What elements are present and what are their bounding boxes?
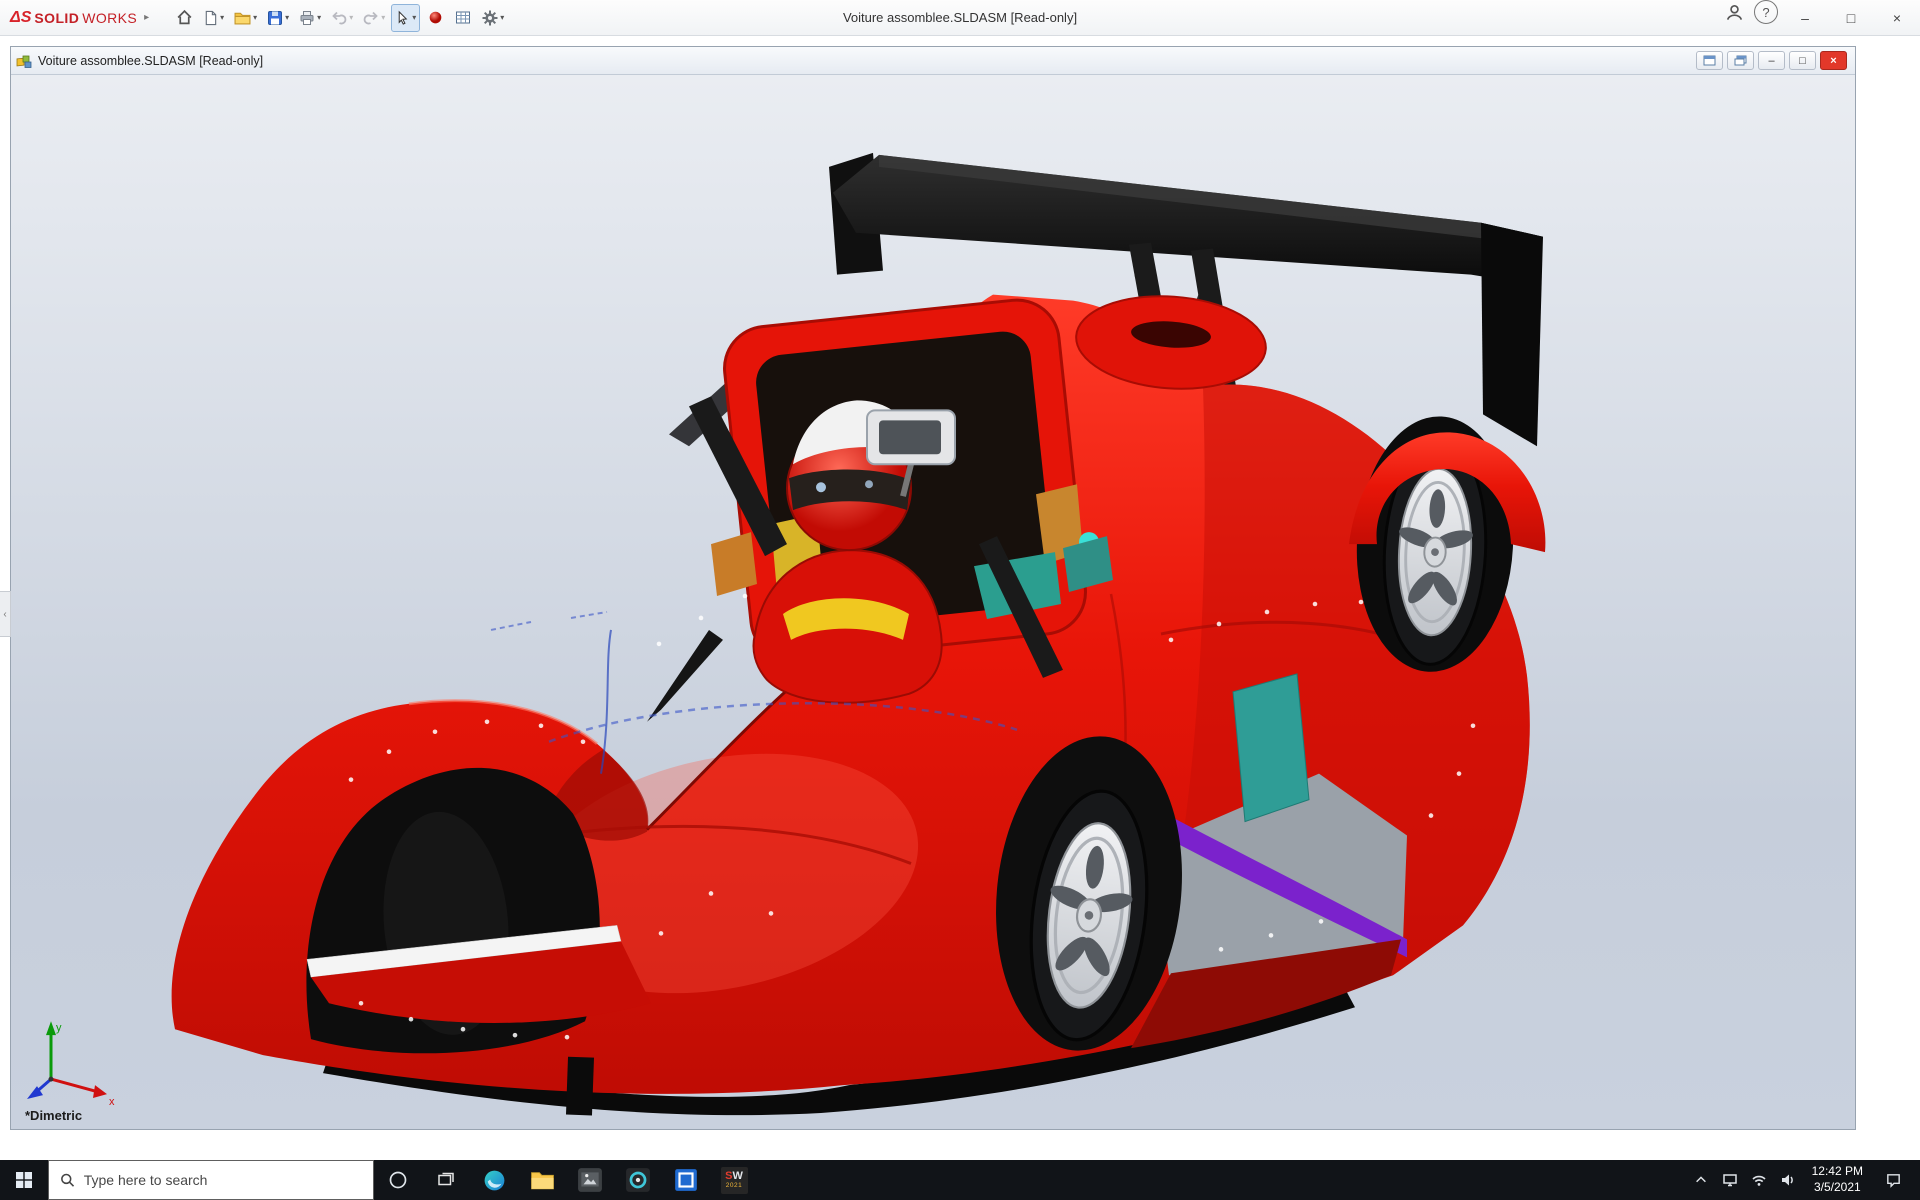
dropdown-caret-icon[interactable]: ▾ <box>285 13 289 22</box>
left-panel-collapse-tab[interactable]: ‹ <box>0 591 11 637</box>
blue-window-icon <box>673 1167 699 1193</box>
orientation-triad: x y <box>27 1021 115 1108</box>
search-icon <box>60 1172 75 1188</box>
solidworks-taskbar-button[interactable]: SW 2021 <box>710 1160 758 1200</box>
speaker-icon <box>1780 1172 1796 1188</box>
doc-restore-button[interactable]: □ <box>1789 51 1816 70</box>
dropdown-caret-icon[interactable]: ▾ <box>500 13 504 22</box>
start-button[interactable] <box>0 1160 48 1200</box>
wifi-tray-button[interactable] <box>1745 1160 1774 1200</box>
solidworks-logo[interactable]: ΔS SOLIDWORKS ▸ <box>0 9 157 27</box>
minimize-button[interactable]: – <box>1782 0 1828 35</box>
app-titlebar: ΔS SOLIDWORKS ▸ ▾ ▾ ▾ ▾ ▾ ▾ <box>0 0 1920 36</box>
task-view-button[interactable] <box>422 1160 470 1200</box>
volume-tray-button[interactable] <box>1774 1160 1803 1200</box>
window-pane-icon <box>1703 55 1716 66</box>
window-cascade-icon <box>1734 55 1747 66</box>
search-input[interactable] <box>84 1172 362 1188</box>
taskbar-clock[interactable]: 12:42 PM 3/5/2021 <box>1803 1164 1872 1195</box>
file-explorer-icon <box>530 1169 555 1191</box>
logo-chevron-icon: ▸ <box>144 12 149 23</box>
graphics-viewport[interactable]: x y *Dimetric <box>11 75 1855 1129</box>
help-button[interactable]: ? <box>1754 0 1778 24</box>
new-document-icon <box>203 10 218 26</box>
table-icon <box>455 10 471 25</box>
triad-y-label: y <box>56 1022 62 1034</box>
triad-x-label: x <box>109 1096 115 1108</box>
print-button[interactable]: ▾ <box>295 4 325 32</box>
dropdown-caret-icon[interactable]: ▾ <box>412 13 416 22</box>
dropdown-caret-icon[interactable]: ▾ <box>253 13 257 22</box>
media-app-button[interactable] <box>614 1160 662 1200</box>
cortana-icon <box>388 1170 408 1190</box>
ds-logo-icon: ΔS <box>10 9 31 27</box>
dropdown-caret-icon[interactable]: ▾ <box>220 13 224 22</box>
doc-close-button[interactable]: × <box>1820 51 1847 70</box>
table-button[interactable] <box>450 4 476 32</box>
close-button[interactable]: × <box>1874 0 1920 35</box>
network-icon <box>1722 1172 1738 1188</box>
print-icon <box>299 10 315 26</box>
save-button[interactable]: ▾ <box>263 4 293 32</box>
app-client-area: ‹ Voiture assomblee.SLDASM [Read-only] –… <box>0 36 1920 1160</box>
dropdown-caret-icon[interactable]: ▾ <box>349 13 353 22</box>
maximize-button[interactable]: □ <box>1828 0 1874 35</box>
undo-icon <box>331 10 347 26</box>
gear-icon <box>482 10 498 26</box>
dropdown-caret-icon[interactable]: ▾ <box>317 13 321 22</box>
edge-icon <box>482 1168 507 1193</box>
clock-time: 12:42 PM <box>1812 1164 1863 1180</box>
document-titlebar[interactable]: Voiture assomblee.SLDASM [Read-only] – □… <box>11 47 1855 75</box>
system-tray: 12:42 PM 3/5/2021 <box>1687 1160 1920 1200</box>
document-title: Voiture assomblee.SLDASM [Read-only] <box>38 54 263 68</box>
options-button[interactable]: ▾ <box>478 4 508 32</box>
doc-minimize-button[interactable]: – <box>1758 51 1785 70</box>
redo-button[interactable]: ▾ <box>359 4 389 32</box>
redo-icon <box>363 10 379 26</box>
doc-pane-button-1[interactable] <box>1696 51 1723 70</box>
open-button[interactable]: ▾ <box>230 4 261 32</box>
file-explorer-button[interactable] <box>518 1160 566 1200</box>
open-folder-icon <box>234 10 251 25</box>
chevron-up-icon <box>1694 1173 1708 1187</box>
solidworks-app-icon: SW 2021 <box>721 1167 748 1194</box>
action-center-button[interactable] <box>1872 1160 1914 1200</box>
select-cursor-icon <box>395 10 410 26</box>
dark-app-icon <box>625 1167 651 1193</box>
document-window: Voiture assomblee.SLDASM [Read-only] – □… <box>10 46 1856 1130</box>
new-document-button[interactable]: ▾ <box>199 4 228 32</box>
dropdown-caret-icon[interactable]: ▾ <box>381 13 385 22</box>
wifi-icon <box>1751 1173 1767 1187</box>
view-orientation-label: *Dimetric <box>25 1108 82 1123</box>
taskbar-search-box[interactable] <box>48 1160 374 1200</box>
blue-window-app-button[interactable] <box>662 1160 710 1200</box>
appearance-sphere-button[interactable] <box>422 4 448 32</box>
doc-pane-button-2[interactable] <box>1727 51 1754 70</box>
home-icon <box>176 9 193 26</box>
home-button[interactable] <box>171 4 197 32</box>
clock-date: 3/5/2021 <box>1812 1180 1863 1196</box>
red-sphere-icon <box>428 10 443 25</box>
tray-expand-button[interactable] <box>1687 1160 1716 1200</box>
app-window-controls: ? – □ × <box>1718 0 1920 35</box>
action-center-icon <box>1885 1172 1902 1189</box>
cortana-button[interactable] <box>374 1160 422 1200</box>
save-icon <box>267 10 283 26</box>
quick-access-toolbar: ▾ ▾ ▾ ▾ ▾ ▾ ▾ <box>171 4 508 32</box>
undo-button[interactable]: ▾ <box>327 4 357 32</box>
windows-taskbar: SW 2021 12:42 PM 3/5/2021 <box>0 1160 1920 1200</box>
race-car-3d-model: x y <box>11 75 1855 1129</box>
image-app-icon <box>577 1167 603 1193</box>
screenshot-app-button[interactable] <box>566 1160 614 1200</box>
account-icon <box>1725 3 1744 22</box>
windows-logo-icon <box>15 1171 33 1189</box>
assembly-document-icon <box>16 53 32 69</box>
account-button[interactable] <box>1722 0 1746 24</box>
edge-button[interactable] <box>470 1160 518 1200</box>
select-tool-button[interactable]: ▾ <box>391 4 420 32</box>
document-window-controls: – □ × <box>1696 51 1850 70</box>
task-view-icon <box>437 1171 455 1189</box>
network-tray-button[interactable] <box>1716 1160 1745 1200</box>
